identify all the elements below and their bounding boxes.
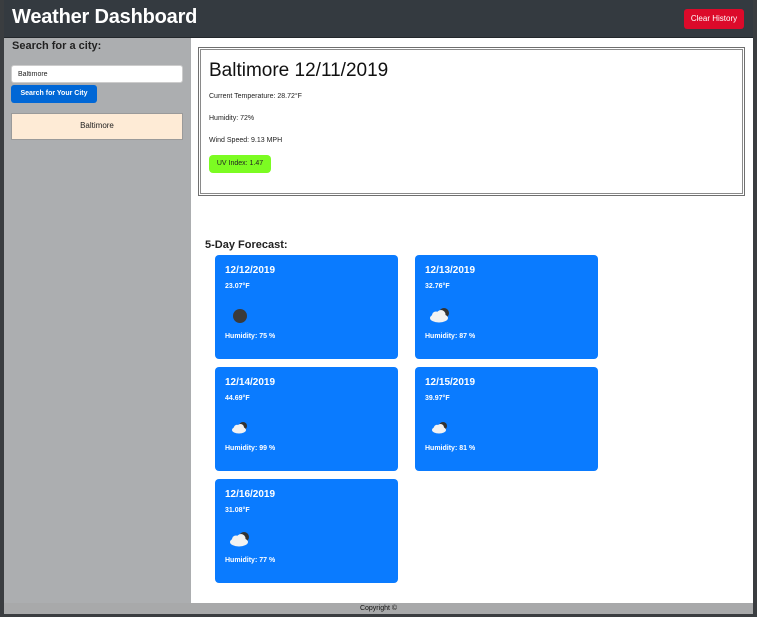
- app-frame: Weather Dashboard Clear History Search f…: [4, 0, 753, 614]
- sidebar: Search for a city: Search for Your City …: [4, 38, 191, 603]
- forecast-temp: 31.08°F: [225, 507, 250, 514]
- forecast-date: 12/14/2019: [225, 377, 276, 388]
- app-title: Weather Dashboard: [12, 6, 198, 28]
- forecast-date: 12/16/2019: [225, 489, 276, 500]
- forecast-card: 12/16/2019 31.08°F Humidity: 77 %: [215, 479, 398, 583]
- forecast-humidity: Humidity: 77 %: [225, 557, 276, 564]
- forecast-card: 12/14/2019 44.69°F Humidity: 99 %: [215, 367, 398, 471]
- forecast-card: 12/13/2019 32.76°F Humidity: 87 %: [415, 255, 598, 359]
- partly-cloudy-night-icon: [427, 417, 453, 437]
- clear-history-button[interactable]: Clear History: [684, 9, 744, 29]
- forecast-temp: 39.97°F: [425, 395, 450, 402]
- footer: Copyright ©: [4, 603, 753, 614]
- search-label: Search for a city:: [12, 40, 102, 52]
- clear-night-icon: [227, 305, 253, 325]
- partly-cloudy-night-icon: [227, 529, 253, 549]
- current-city-title: Baltimore 12/11/2019: [209, 60, 389, 81]
- forecast-date: 12/12/2019: [225, 265, 276, 276]
- forecast-heading: 5-Day Forecast:: [205, 239, 288, 251]
- forecast-humidity: Humidity: 75 %: [225, 333, 276, 340]
- history-item-baltimore[interactable]: Baltimore: [11, 113, 183, 140]
- search-input[interactable]: [11, 65, 183, 83]
- navbar: Weather Dashboard Clear History: [4, 0, 753, 38]
- forecast-humidity: Humidity: 87 %: [425, 333, 476, 340]
- current-humidity: Humidity: 72%: [209, 115, 255, 122]
- current-weather-panel: Baltimore 12/11/2019 Current Temperature…: [198, 47, 745, 196]
- partly-cloudy-night-icon: [427, 305, 453, 325]
- forecast-humidity: Humidity: 81 %: [425, 445, 476, 452]
- partly-cloudy-night-icon: [227, 417, 253, 437]
- uv-index-badge: UV Index: 1.47: [209, 155, 271, 173]
- current-temperature: Current Temperature: 28.72°F: [209, 93, 302, 100]
- current-wind-speed: Wind Speed: 9.13 MPH: [209, 137, 283, 144]
- forecast-humidity: Humidity: 99 %: [225, 445, 276, 452]
- forecast-card: 12/15/2019 39.97°F Humidity: 81 %: [415, 367, 598, 471]
- forecast-date: 12/15/2019: [425, 377, 476, 388]
- current-weather-inner: Baltimore 12/11/2019 Current Temperature…: [200, 49, 743, 194]
- forecast-card: 12/12/2019 23.07°F Humidity: 75 %: [215, 255, 398, 359]
- forecast-temp: 32.76°F: [425, 283, 450, 290]
- forecast-date: 12/13/2019: [425, 265, 476, 276]
- search-button[interactable]: Search for Your City: [11, 85, 97, 103]
- forecast-temp: 44.69°F: [225, 395, 250, 402]
- forecast-temp: 23.07°F: [225, 283, 250, 290]
